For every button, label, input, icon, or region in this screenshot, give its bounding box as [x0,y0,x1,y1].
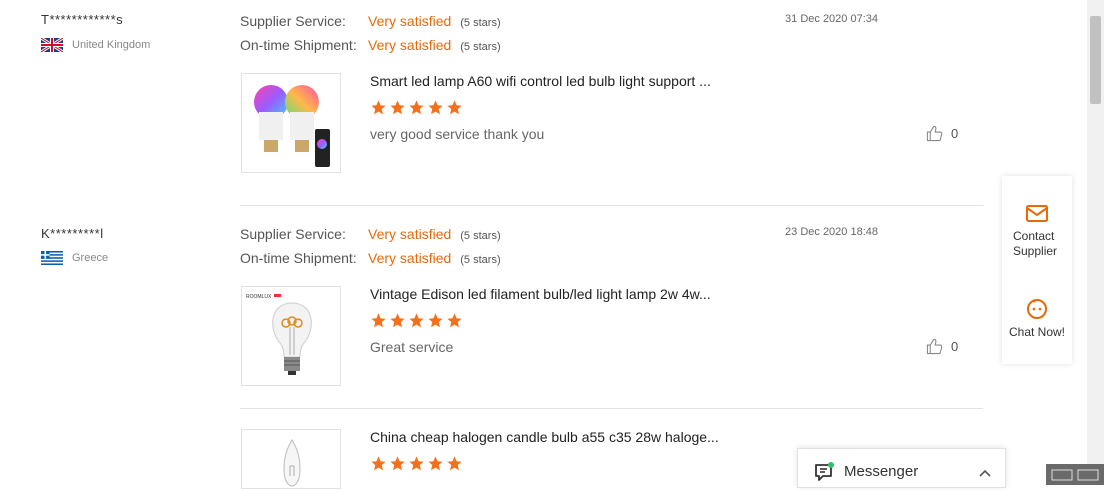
shipment-value: Very satisfied [368,37,452,53]
star-icon [447,313,462,328]
chat-now-label: Chat Now! [1008,325,1066,339]
scrollbar-thumb[interactable] [1090,16,1101,104]
star-icon [390,456,405,471]
country-name: Greece [72,252,109,264]
star-icon [428,456,443,471]
messenger-label: Messenger [844,463,919,480]
mail-icon [1026,205,1048,222]
thumbs-up-icon [926,125,943,142]
candle-bulb-image [283,439,301,487]
shipment-label: On-time Shipment: [240,37,357,53]
messenger-bar[interactable]: Messenger [797,448,1006,488]
star-icon [447,100,462,115]
shipment-rating: On-time Shipment: Very satisfied (5 star… [240,37,501,53]
like-button[interactable]: 0 [926,338,958,355]
star-icon [390,313,405,328]
supplier-service-stars: (5 stars) [460,230,501,242]
star-icon [428,313,443,328]
review-divider [240,408,983,409]
star-icon [409,313,424,328]
product-title-link[interactable]: Vintage Edison led filament bulb/led lig… [370,286,711,302]
review-date: 23 Dec 2020 18:48 [785,226,878,238]
product-rating-stars [370,312,465,329]
review-comment: Great service [370,339,454,355]
shipment-stars: (5 stars) [460,41,501,53]
shipment-stars: (5 stars) [460,254,501,266]
supplier-service-value: Very satisfied [368,226,452,242]
messenger-icon [815,462,834,481]
product-image[interactable]: ROOMLUX [241,286,341,386]
supplier-service-rating: Supplier Service: Very satisfied (5 star… [240,13,501,29]
svg-text:ROOMLUX: ROOMLUX [246,294,272,300]
reviewer-name: T************s [41,12,124,27]
star-icon [371,456,386,471]
reviewer-country: Greece [41,251,108,265]
contact-supplier-button[interactable]: Contact Supplier [1002,204,1072,259]
reviewer-name: K*********l [41,226,104,241]
taskbar-corner [1046,464,1104,485]
supplier-service-rating: Supplier Service: Very satisfied (5 star… [240,226,501,242]
star-icon [428,100,443,115]
shipment-rating: On-time Shipment: Very satisfied (5 star… [240,250,501,266]
reviewer-country: United Kingdom [41,38,150,52]
chevron-up-icon[interactable] [978,468,992,478]
greece-flag-icon [41,251,63,265]
product-title-link[interactable]: Smart led lamp A60 wifi control led bulb… [370,73,711,89]
supplier-service-label: Supplier Service: [240,226,346,242]
product-rating-stars [370,455,465,472]
star-icon [371,100,386,115]
star-icon [371,313,386,328]
supplier-service-value: Very satisfied [368,13,452,29]
shipment-label: On-time Shipment: [240,250,357,266]
supplier-service-stars: (5 stars) [460,17,501,29]
like-count: 0 [951,339,959,354]
shipment-value: Very satisfied [368,250,452,266]
contact-supplier-label: Contact Supplier [1013,229,1058,258]
star-icon [447,456,462,471]
star-icon [390,100,405,115]
star-icon [409,456,424,471]
uk-flag-icon [41,38,63,52]
country-name: United Kingdom [72,39,151,51]
supplier-service-label: Supplier Service: [240,13,346,29]
product-image[interactable] [241,73,341,173]
keyboard-icon [1051,469,1099,481]
like-count: 0 [951,126,959,141]
product-image[interactable] [241,429,341,489]
chat-face-icon [1027,299,1047,319]
product-rating-stars [370,99,465,116]
review-divider [240,205,983,206]
floating-contact-panel: Contact Supplier Chat Now! [1002,176,1072,364]
smart-bulb-image [254,85,330,167]
chat-now-button[interactable]: Chat Now! [1002,296,1072,339]
product-title-link[interactable]: China cheap halogen candle bulb a55 c35 … [370,429,719,445]
review-date: 31 Dec 2020 07:34 [785,13,878,25]
star-icon [409,100,424,115]
edison-bulb-image: ROOMLUX [246,293,312,375]
like-button[interactable]: 0 [926,125,958,142]
thumbs-up-icon [926,338,943,355]
review-comment: very good service thank you [370,126,545,142]
